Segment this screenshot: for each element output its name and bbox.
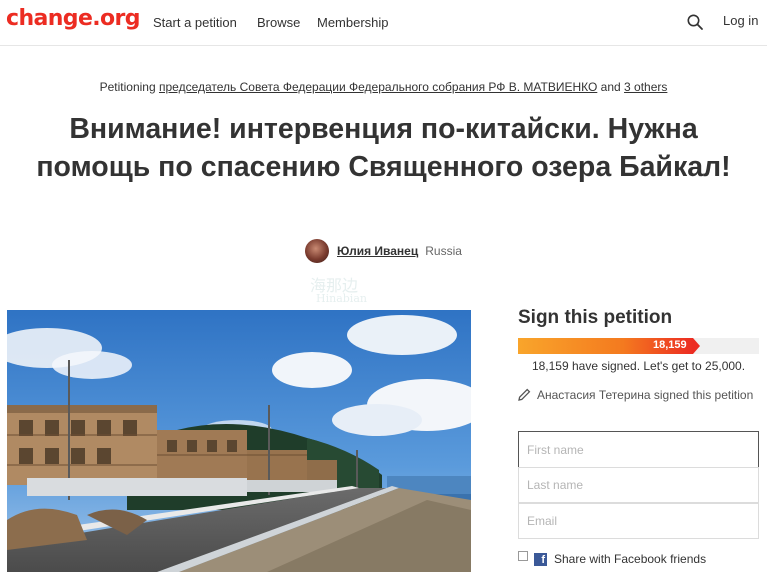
signed-count-text: 18,159 have signed. Let's get to 25,000.	[531, 359, 746, 373]
progress-tip	[693, 338, 700, 354]
nav-membership[interactable]: Membership	[317, 15, 389, 30]
change-org-logo[interactable]: change.org	[6, 6, 141, 31]
petitioning-prefix: Petitioning	[99, 80, 156, 94]
petition-photo	[7, 310, 471, 572]
recent-signer-text: Анастасия Тетерина signed this petition	[537, 388, 754, 402]
facebook-share-option: f Share with Facebook friends	[518, 550, 706, 568]
nav-start-petition[interactable]: Start a petition	[153, 15, 237, 30]
email-field[interactable]	[518, 503, 759, 539]
petitioning-line: Petitioning председатель Совета Федераци…	[0, 80, 767, 94]
other-targets-link[interactable]: 3 others	[624, 80, 667, 94]
login-link[interactable]: Log in	[723, 13, 758, 28]
petitioning-and: and	[600, 80, 621, 94]
facebook-share-label[interactable]: Share with Facebook friends	[554, 552, 706, 566]
last-name-field[interactable]	[518, 467, 759, 503]
progress-count-label: 18,159	[653, 339, 687, 351]
watermark: 海那边 Hinabian	[300, 272, 470, 314]
pencil-icon	[518, 388, 531, 401]
search-icon[interactable]	[686, 13, 704, 31]
top-nav-bar: change.org Start a petition Browse Membe…	[0, 0, 767, 46]
watermark-subtext: Hinabian	[316, 292, 367, 305]
facebook-share-checkbox[interactable]	[518, 551, 528, 561]
recent-signer: Анастасия Тетерина signed this petition	[518, 385, 759, 405]
petition-author: Юлия Иванец Russia	[305, 238, 462, 264]
author-name-link[interactable]: Юлия Иванец	[337, 244, 418, 258]
avatar[interactable]	[305, 239, 329, 263]
first-name-field[interactable]	[518, 431, 759, 468]
signature-progress-bar: 18,159	[518, 338, 759, 354]
facebook-icon: f	[534, 552, 547, 566]
author-country: Russia	[425, 244, 462, 258]
petition-title: Внимание! интервенция по-китайски. Нужна…	[36, 113, 731, 183]
petition-target-link[interactable]: председатель Совета Федерации Федерально…	[159, 80, 597, 94]
sign-petition-heading: Sign this petition	[518, 307, 673, 328]
nav-browse[interactable]: Browse	[257, 15, 300, 30]
